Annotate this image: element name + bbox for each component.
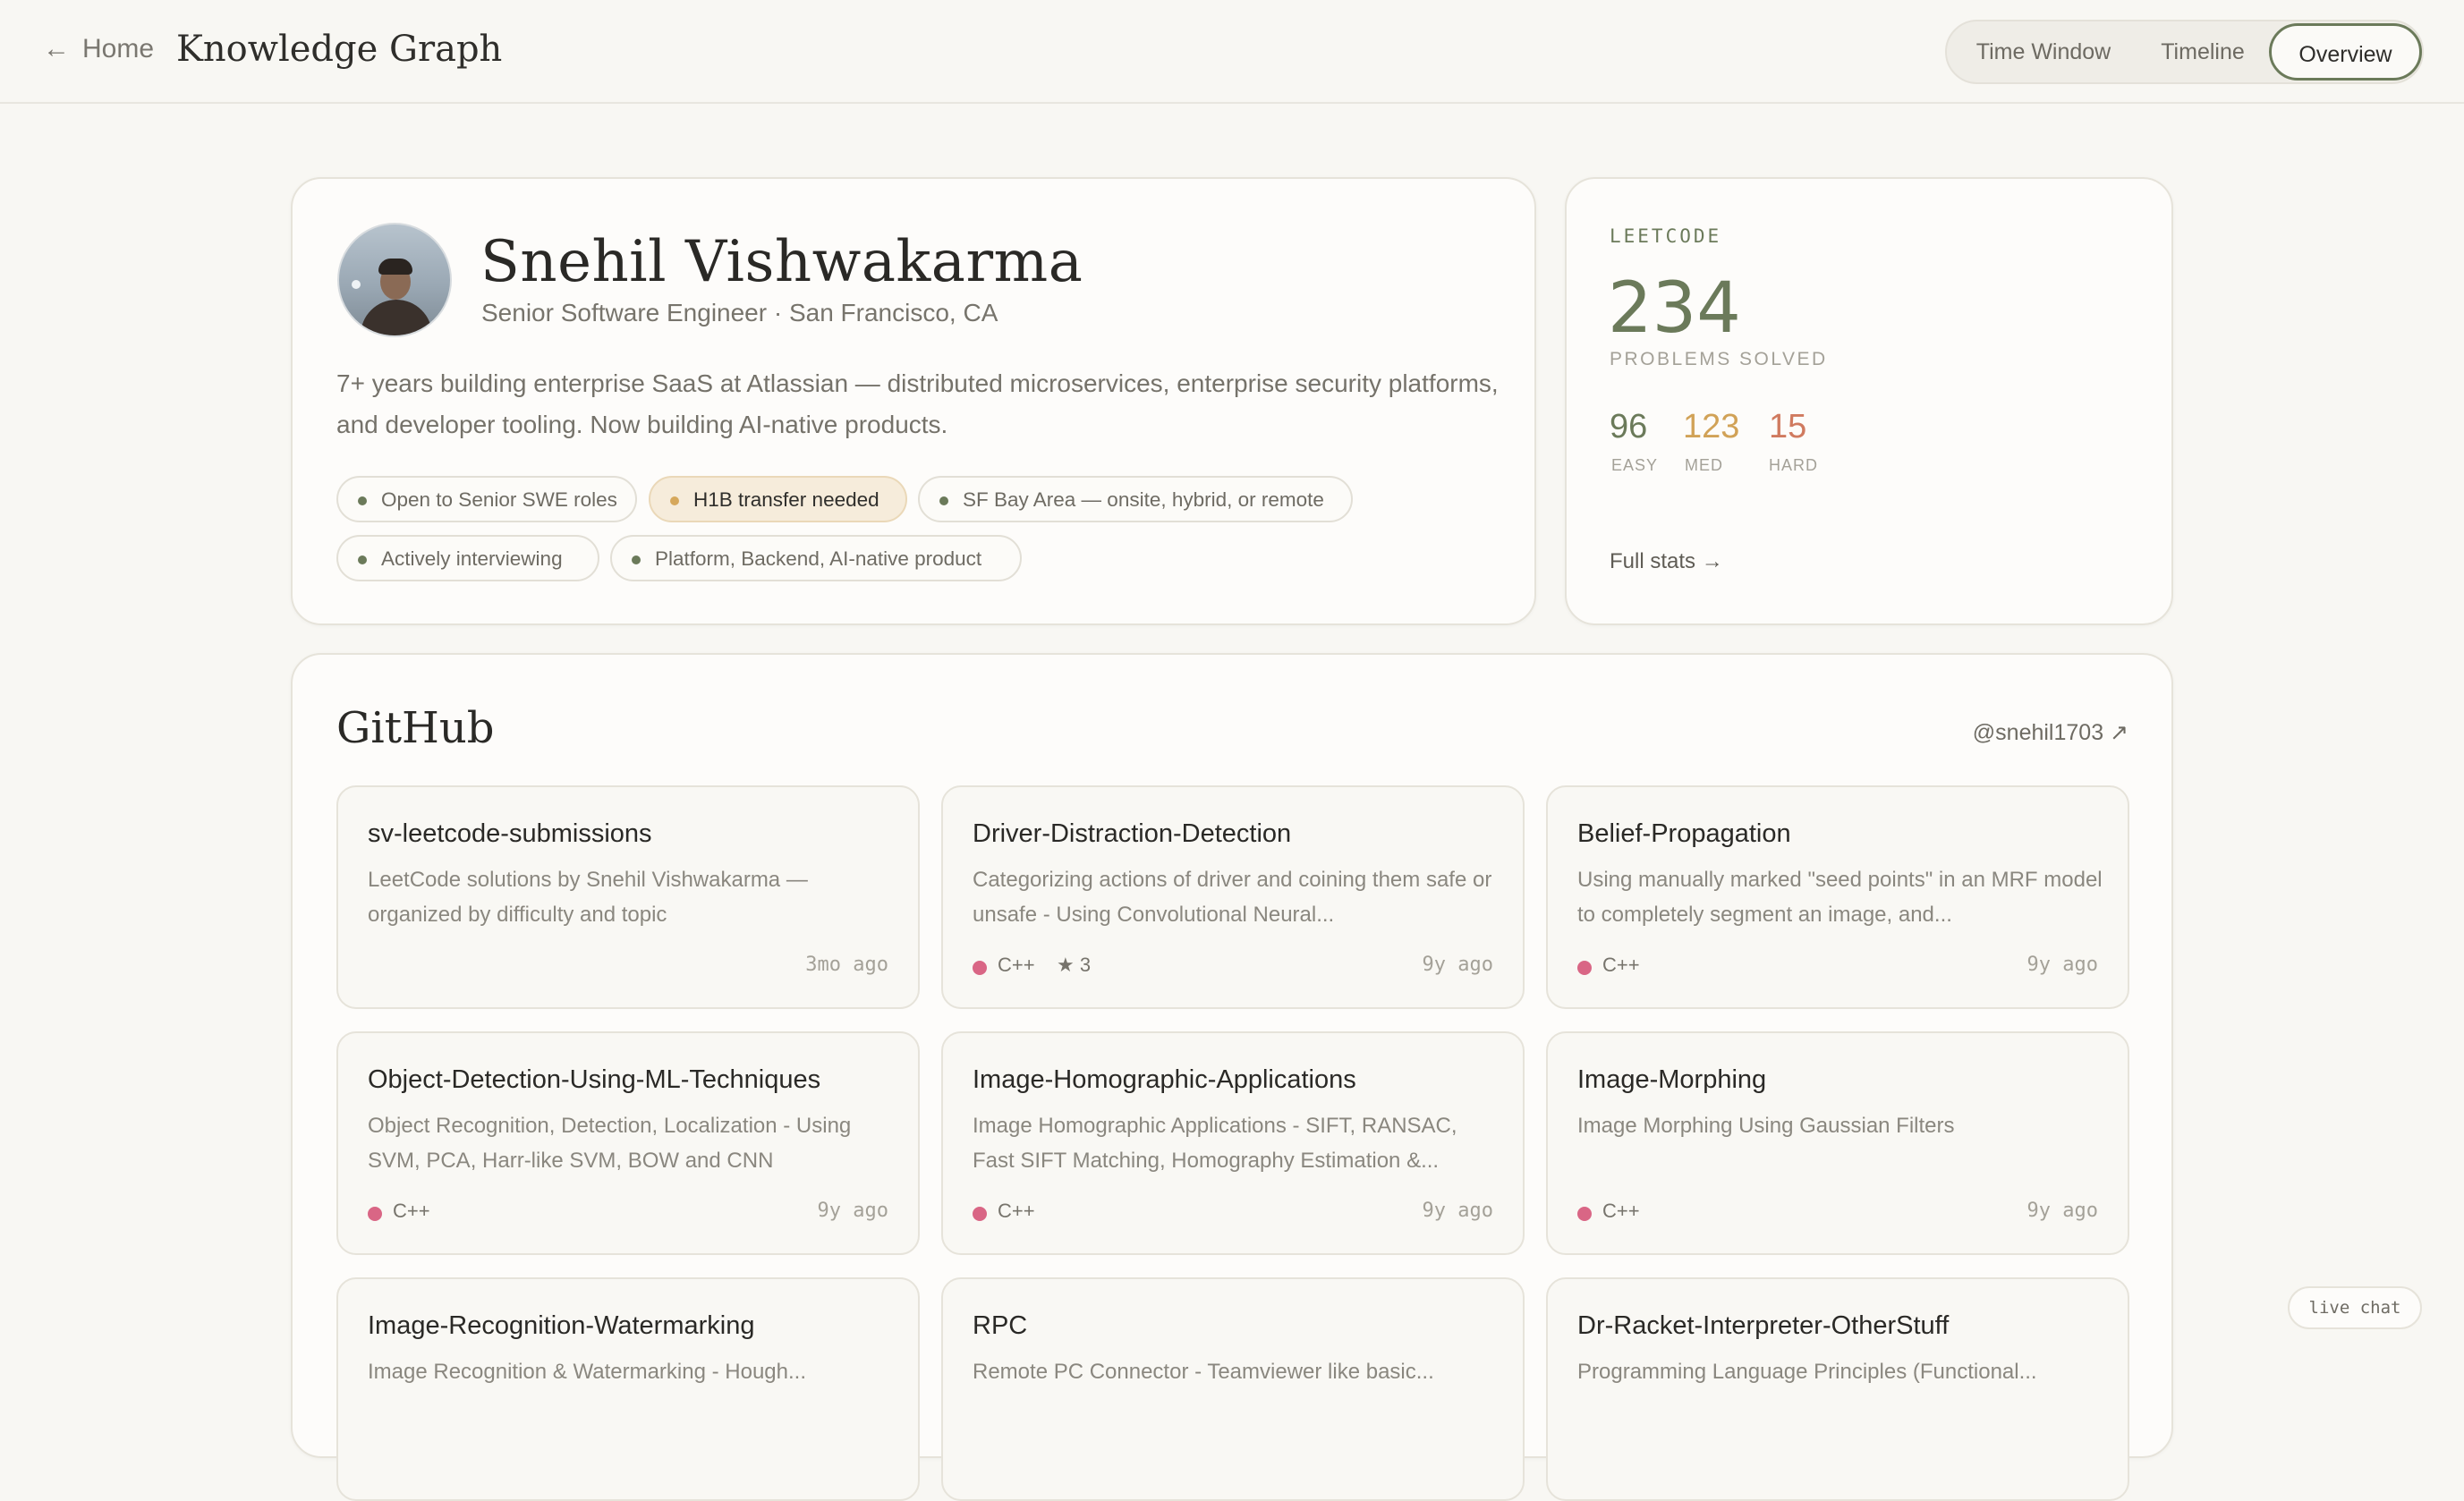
repo-language-label: C++ (998, 954, 1035, 976)
avatar-hair (378, 259, 412, 275)
language-dot-icon (1577, 961, 1592, 975)
repo-language-label: C++ (1602, 954, 1640, 976)
status-tag-highlight: H1B transfer needed (649, 476, 907, 522)
repo-card[interactable]: Dr-Racket-Interpreter-OtherStuff Program… (1546, 1277, 2129, 1501)
avatar (337, 223, 452, 337)
repo-language-label: C++ (393, 1200, 430, 1222)
repo-name: Image-Homographic-Applications (973, 1065, 1356, 1094)
language-dot-icon (368, 1207, 382, 1221)
repo-name: Dr-Racket-Interpreter-OtherStuff (1577, 1311, 1950, 1340)
status-tag: Platform, Backend, AI-native product (610, 535, 1022, 581)
repo-name: Object-Detection-Using-ML-Techniques (368, 1065, 821, 1094)
profile-bio: 7+ years building enterprise SaaS at Atl… (336, 369, 1499, 438)
tag-label: H1B transfer needed (693, 488, 879, 511)
leetcode-label: LEETCODE (1610, 225, 1722, 247)
page-title: Knowledge Graph (176, 29, 503, 70)
tag-label: Platform, Backend, AI-native product (655, 547, 982, 570)
repo-name: Driver-Distraction-Detection (973, 819, 1292, 848)
repo-updated: 9y ago (2026, 1200, 2098, 1222)
repo-description: Image Recognition & Watermarking - Hough… (368, 1360, 806, 1384)
repo-language: C++ (1577, 1200, 1640, 1223)
repo-name: Belief-Propagation (1577, 819, 1791, 848)
status-tag: SF Bay Area — onsite, hybrid, or remote (918, 476, 1353, 522)
repo-description: Categorizing actions of driver and coini… (973, 868, 1492, 927)
repo-card[interactable]: Image-Recognition-Watermarking Image Rec… (336, 1277, 920, 1501)
status-dot (670, 496, 679, 505)
avatar-highlight (352, 280, 361, 289)
leetcode-medium-label: MED (1685, 456, 1723, 474)
repo-updated: 9y ago (2026, 954, 2098, 976)
repo-name: sv-leetcode-submissions (368, 819, 652, 848)
profile-subtitle: Senior Software Engineer · San Francisco… (481, 299, 998, 326)
avatar-body (361, 300, 432, 335)
repo-updated: 9y ago (1422, 954, 1493, 976)
repo-language: C++ (973, 1200, 1035, 1223)
leetcode-card: LEETCODE 234 PROBLEMS SOLVED 96 EASY 123… (1565, 177, 2173, 625)
repo-card[interactable]: Object-Detection-Using-ML-Techniques Obj… (336, 1031, 920, 1255)
repo-name: Image-Recognition-Watermarking (368, 1311, 755, 1340)
leetcode-easy-label: EASY (1611, 456, 1659, 474)
leetcode-medium-count: 123 (1683, 408, 1740, 445)
full-stats-link[interactable]: Full stats → (1610, 549, 1723, 574)
repo-description: Remote PC Connector - Teamviewer like ba… (973, 1360, 1434, 1384)
leetcode-hard-count: 15 (1769, 408, 1807, 445)
repo-card[interactable]: RPC Remote PC Connector - Teamviewer lik… (941, 1277, 1525, 1501)
repo-description: LeetCode solutions by Snehil Vishwakarma… (368, 868, 808, 927)
status-tag: Open to Senior SWE roles (336, 476, 637, 522)
repo-description: Programming Language Principles (Functio… (1577, 1360, 2037, 1384)
view-switcher: Time Window Timeline Overview (1945, 20, 2424, 84)
github-card: GitHub @snehil1703 ↗ sv-leetcode-submiss… (291, 653, 2173, 1501)
repo-language: C++ (973, 954, 1035, 977)
leetcode-total: 234 (1608, 268, 1741, 349)
repo-card[interactable]: Driver-Distraction-Detection Categorizin… (941, 785, 1525, 1009)
repo-stars: ★ 3 (1057, 954, 1092, 976)
live-chat-button[interactable]: live chat (2288, 1286, 2422, 1329)
repo-card[interactable]: sv-leetcode-submissions LeetCode solutio… (336, 785, 920, 1009)
repo-description: Image Homographic Applications - SIFT, R… (973, 1114, 1457, 1173)
status-dot (358, 496, 367, 505)
tag-label: SF Bay Area — onsite, hybrid, or remote (963, 488, 1324, 511)
github-title: GitHub (336, 703, 495, 753)
back-arrow-icon: ← (43, 34, 70, 64)
status-dot (358, 555, 367, 564)
home-label: Home (82, 34, 155, 64)
top-bar: ← Home Knowledge Graph Time Window Timel… (0, 0, 2464, 104)
status-dot (939, 496, 948, 505)
repo-updated: 9y ago (1422, 1200, 1493, 1222)
repo-card[interactable]: Belief-Propagation Using manually marked… (1546, 785, 2129, 1009)
repo-language: C++ (1577, 954, 1640, 977)
language-dot-icon (973, 961, 987, 975)
tab-timeline[interactable]: Timeline (2145, 21, 2260, 82)
status-dot (632, 555, 641, 564)
tab-overview[interactable]: Overview (2269, 23, 2422, 81)
profile-card: Snehil Vishwakarma Senior Software Engin… (291, 177, 1536, 625)
repo-updated: 9y ago (817, 1200, 888, 1222)
leetcode-hard-label: HARD (1769, 456, 1819, 474)
repo-description: Image Morphing Using Gaussian Filters (1577, 1114, 1955, 1138)
repo-updated: 3mo ago (805, 954, 888, 976)
language-dot-icon (1577, 1207, 1592, 1221)
repo-language-label: C++ (998, 1200, 1035, 1222)
language-dot-icon (973, 1207, 987, 1221)
repo-language: C++ (368, 1200, 430, 1223)
tag-label: Open to Senior SWE roles (381, 488, 617, 511)
repo-card[interactable]: Image-Homographic-Applications Image Hom… (941, 1031, 1525, 1255)
repo-card[interactable]: Image-Morphing Image Morphing Using Gaus… (1546, 1031, 2129, 1255)
tag-label: Actively interviewing (381, 547, 563, 570)
tab-time-window[interactable]: Time Window (1963, 21, 2124, 82)
repo-name: Image-Morphing (1577, 1065, 1767, 1094)
repo-description: Object Recognition, Detection, Localizat… (368, 1114, 852, 1173)
repo-name: RPC (973, 1311, 1028, 1340)
github-handle-link[interactable]: @snehil1703 ↗ (1973, 719, 2128, 746)
leetcode-easy-count: 96 (1610, 408, 1648, 445)
repo-description: Using manually marked "seed points" in a… (1577, 868, 2103, 927)
status-tag: Actively interviewing (336, 535, 599, 581)
home-link[interactable]: ← Home (43, 34, 154, 64)
profile-name: Snehil Vishwakarma (480, 229, 1083, 295)
repo-language-label: C++ (1602, 1200, 1640, 1222)
leetcode-total-label: PROBLEMS SOLVED (1610, 349, 1828, 369)
